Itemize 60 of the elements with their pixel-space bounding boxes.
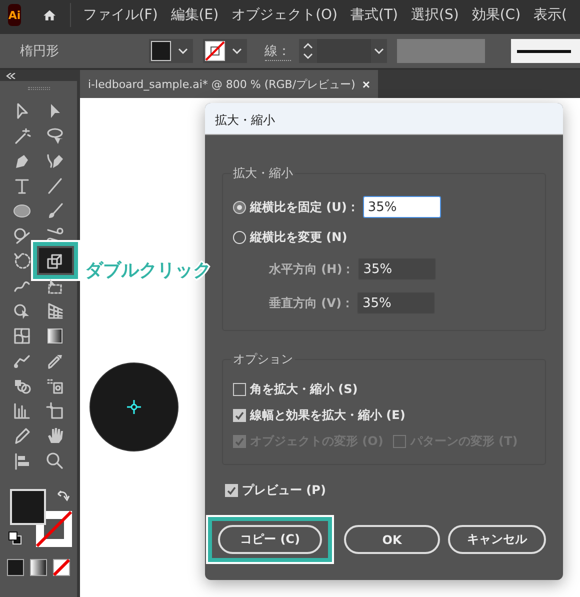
document-title: i-ledboard_sample.ai* @ 800 % (RGB/プレビュー)	[88, 76, 356, 92]
stroke-none-swatch[interactable]	[204, 41, 225, 61]
checkmark-icon	[234, 436, 245, 446]
stepper-arrows-icon	[302, 43, 313, 59]
color-mode-button[interactable]	[7, 559, 24, 576]
default-colors-icon[interactable]	[8, 531, 22, 545]
selected-tool-button[interactable]	[38, 248, 72, 273]
group-label: 拡大・縮小	[231, 165, 295, 182]
dialog-button[interactable]: OK	[344, 525, 440, 554]
stroke-label: 線：	[264, 42, 291, 60]
checkmark-icon	[226, 485, 237, 496]
hand-icon	[45, 426, 65, 446]
dialog-button[interactable]: キャンセル	[448, 525, 546, 554]
field-label: 垂直方向 (V)：	[269, 294, 354, 312]
swap-arrow-icon[interactable]	[56, 489, 70, 503]
dialog-title: 拡大・縮小	[205, 103, 563, 135]
menu-item[interactable]: 書式(T)	[350, 6, 398, 24]
checkbox[interactable]: プレビュー (P)	[225, 482, 326, 499]
menu-item[interactable]: オブジェクト(O)	[232, 6, 338, 24]
scale-input-field[interactable]: 35%	[357, 292, 436, 314]
rotate-icon	[12, 250, 32, 270]
app-logo: Ai	[8, 4, 22, 26]
menu-item[interactable]: 選択(S)	[411, 6, 459, 24]
checkmark-icon	[234, 410, 245, 420]
scale-input-field[interactable]: 35%	[358, 258, 436, 280]
pencil-icon	[12, 426, 32, 446]
search-icon	[45, 450, 65, 470]
dialog-button[interactable]: コピー (C)	[218, 525, 322, 554]
bar-graph-icon	[12, 400, 32, 420]
chevron-down-icon	[374, 48, 384, 54]
chevron-down-icon	[178, 48, 188, 54]
document-tab[interactable]: i-ledboard_sample.ai* @ 800 % (RGB/プレビュー) ×	[80, 70, 378, 98]
stroke-style-preview[interactable]	[510, 39, 580, 63]
menu-item[interactable]: 表示(	[534, 6, 567, 24]
fill-color-swatch[interactable]	[10, 489, 46, 525]
perspective-grid-icon	[45, 300, 65, 320]
mesh-icon	[12, 326, 32, 346]
menu-item[interactable]: 効果(C)	[472, 6, 521, 24]
chevron-down-icon	[232, 48, 242, 54]
menu-item[interactable]: ファイル(F)	[82, 6, 158, 24]
shaper-icon	[12, 226, 32, 246]
field-label: 水平方向 (H)：	[269, 260, 354, 278]
gradient-icon	[45, 326, 65, 346]
radio-button[interactable]	[233, 200, 246, 214]
checkbox[interactable]: 角を拡大・縮小 (S)	[233, 380, 358, 398]
none-mode-button[interactable]	[53, 559, 70, 576]
checkbox[interactable]: 線幅と効果を拡大・縮小 (E)	[233, 406, 406, 424]
radio-button[interactable]	[233, 230, 246, 244]
radio-label: 縦横比を固定 (U)：	[250, 198, 359, 216]
lasso-icon	[45, 126, 65, 146]
radio-label: 縦横比を変更 (N)	[250, 228, 348, 246]
gradient-mode-button[interactable]	[30, 559, 47, 576]
align-icon	[12, 450, 32, 470]
scale-input-field[interactable]: 35%	[362, 196, 441, 218]
object-type-label: 楕円形	[20, 43, 60, 60]
fill-swatch[interactable]	[150, 41, 171, 61]
collapse-icon[interactable]	[6, 72, 16, 78]
artboard-icon	[45, 400, 65, 420]
menu-item[interactable]: 編集(E)	[170, 6, 219, 24]
close-button[interactable]: ×	[362, 76, 370, 92]
